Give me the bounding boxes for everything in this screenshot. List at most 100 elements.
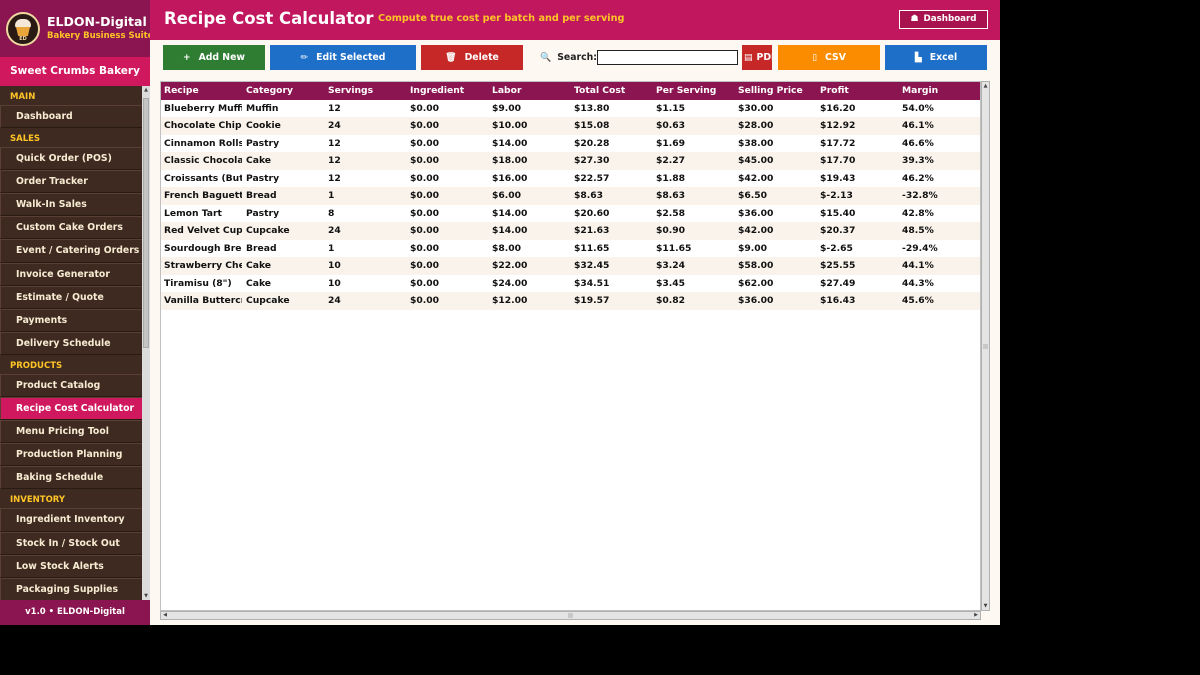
table-cell: $16.43 [820,295,856,306]
logo-initials: ED [19,36,27,42]
dashboard-button[interactable]: ☗ Dashboard [899,10,988,29]
export-excel-button[interactable]: ▙ Excel [885,45,987,70]
table-cell: 12 [328,102,341,114]
table-cell: 44.1% [902,260,934,271]
column-header[interactable]: Ingredient [407,82,488,100]
sidebar-item-production-planning[interactable]: Production Planning [0,443,142,467]
sidebar-item-stock-in-stock-out[interactable]: Stock In / Stock Out [0,531,142,555]
table-cell: $45.00 [738,155,774,166]
table-cell: 44.3% [902,277,934,289]
table-row[interactable]: French Baguette Bread 1 $0.00 $6.00 $8.63 $8.6… [161,187,980,205]
table-header-row[interactable]: Recipe Category Servings Ingredient Labor Tot… [161,82,980,100]
sidebar-item-recipe-cost-calculator[interactable]: Recipe Cost Calculator [0,397,142,421]
sidebar: ED ELDON-Digital Bakery Business Suite S… [0,0,154,625]
table-row[interactable]: Lemon Tart Pastry 8 $0.00 $14.00 $20.60 $2.58 $… [161,204,980,222]
table-cell: $28.00 [738,120,774,131]
table-cell: $32.45 [574,260,610,271]
export-csv-button[interactable]: ▯ CSV [778,45,880,70]
sidebar-item-custom-cake-orders[interactable]: Custom Cake Orders [0,216,142,240]
edit-selected-button[interactable]: ✏ Edit Selected [270,45,416,70]
table-cell: Cupcake [246,295,290,306]
table-cell: $0.00 [410,207,440,219]
table-row[interactable]: Tiramisu (8") Cake 10 $0.00 $24.00 $34.51 $3.4… [161,274,980,292]
sidebar-item-invoice-generator[interactable]: Invoice Generator [0,262,142,286]
column-header[interactable]: Labor [489,82,570,100]
sidebar-item-baking-schedule[interactable]: Baking Schedule [0,466,142,490]
table-cell: 48.5% [902,225,934,236]
sidebar-item-low-stock-alerts[interactable]: Low Stock Alerts [0,554,142,578]
sidebar-item-event-catering-orders[interactable]: Event / Catering Orders [0,239,142,263]
version-footer: v1.0 • ELDON-Digital [0,600,150,625]
table-row[interactable]: Strawberry Cheesecake Cake 10 $0.00 $22.00 $3… [161,257,980,275]
sidebar-item-order-tracker[interactable]: Order Tracker [0,170,142,194]
table-row[interactable]: Vanilla Buttercream Cupcakes Cupcake 24 $0.… [161,292,980,310]
table-row[interactable]: Chocolate Chip Cookies Cookie 24 $0.00 $10.0… [161,117,980,135]
sidebar-item-ingredient-inventory[interactable]: Ingredient Inventory [0,508,142,532]
sidebar-item-delivery-schedule[interactable]: Delivery Schedule [0,331,142,355]
page-subtitle: Compute true cost per batch and per serv… [378,13,625,24]
table-row[interactable]: Sourdough Bread Bread 1 $0.00 $8.00 $11.65 $11… [161,239,980,257]
sidebar-item-estimate-quote[interactable]: Estimate / Quote [0,285,142,309]
table-cell: $16.20 [820,102,856,114]
table-cell: 8 [328,207,335,219]
table-row[interactable]: Red Velvet Cupcakes Cupcake 24 $0.00 $14.00 $… [161,222,980,240]
table-cell: Cinnamon Rolls [164,137,242,149]
table-cell: 46.1% [902,120,934,131]
scroll-right-icon[interactable]: ▶ [972,612,980,619]
scroll-down-icon[interactable]: ▼ [982,602,989,610]
table-cell: $62.00 [738,277,774,289]
column-header[interactable]: Category [243,82,324,100]
sidebar-scrollbar[interactable]: ▲ ▼ [142,86,150,600]
column-header[interactable]: Selling Price [735,82,816,100]
table-cell: $17.70 [820,155,856,166]
table-cell: $6.00 [492,190,522,201]
column-header[interactable]: Servings [325,82,406,100]
sidebar-item-dashboard[interactable]: Dashboard [0,105,142,129]
table-row[interactable]: Croissants (Butter) Pastry 12 $0.00 $16.00 $2… [161,169,980,187]
chart-icon: ▙ [914,53,922,63]
sidebar-item-payments[interactable]: Payments [0,308,142,332]
search-label: 🔍 Search: [540,45,597,70]
sidebar-item-quick-order-pos[interactable]: Quick Order (POS) [0,147,142,171]
table-cell: $12.00 [492,295,528,306]
table-cell: Bread [246,190,277,201]
nav-section-header: INVENTORY [10,495,66,506]
column-header[interactable]: Total Cost [571,82,652,100]
table-cell: Pastry [246,137,280,149]
table-cell: $11.65 [656,242,692,254]
scroll-down-icon[interactable]: ▼ [142,592,150,600]
sidebar-item-product-catalog[interactable]: Product Catalog [0,373,142,398]
add-new-button[interactable]: + Add New [163,45,265,70]
delete-button[interactable]: 🗑 Delete [421,45,523,70]
table-cell: 24 [328,295,341,306]
table-vertical-scrollbar[interactable]: ▲ ▼ [981,81,990,611]
table-cell: $19.43 [820,172,856,184]
column-header[interactable]: Per Serving [653,82,734,100]
table-row[interactable]: Cinnamon Rolls Pastry 12 $0.00 $14.00 $20.28 $… [161,134,980,152]
scroll-left-icon[interactable]: ◀ [161,612,169,619]
scroll-up-icon[interactable]: ▲ [982,82,989,90]
column-header[interactable]: Profit [817,82,898,100]
column-header[interactable]: Margin [899,82,980,100]
column-header[interactable]: Recipe [161,82,242,100]
table-cell: $-2.13 [820,190,853,201]
sidebar-scroll-thumb[interactable] [143,98,149,348]
sidebar-item-packaging-supplies[interactable]: Packaging Supplies [0,577,142,600]
table-horizontal-scrollbar[interactable]: ◀ ▶ [160,611,981,620]
scroll-grip[interactable] [568,613,573,618]
scroll-up-icon[interactable]: ▲ [142,86,150,94]
table-cell: 12 [328,155,341,166]
table-cell: 1 [328,242,335,254]
brand-subtitle: Bakery Business Suite [47,31,154,41]
table-row[interactable]: Classic Chocolate Cake Cake 12 $0.00 $18.00 $… [161,152,980,170]
edit-selected-label: Edit Selected [316,52,386,63]
export-pdf-button[interactable]: ▤PDF [742,45,772,70]
table-row[interactable]: Blueberry Muffins Muffin 12 $0.00 $9.00 $13.8… [161,99,980,117]
table-cell: $0.63 [656,120,686,131]
sidebar-item-menu-pricing-tool[interactable]: Menu Pricing Tool [0,420,142,444]
table-cell: $11.65 [574,242,610,254]
scroll-grip[interactable] [983,344,988,349]
search-input[interactable] [597,50,738,65]
sidebar-item-walk-in-sales[interactable]: Walk-In Sales [0,193,142,217]
table-cell: Red Velvet Cupcakes [164,225,242,236]
